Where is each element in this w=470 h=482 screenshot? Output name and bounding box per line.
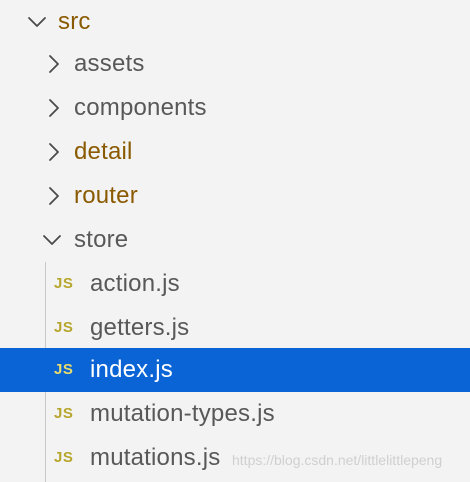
folder-label: store (74, 226, 129, 253)
folder-label: detail (74, 138, 133, 165)
chevron-right-icon (42, 52, 66, 76)
chevron-down-icon (25, 10, 49, 34)
tree-item-router[interactable]: router (0, 174, 470, 218)
tree-item-action-js[interactable]: JS action.js (0, 262, 470, 306)
tree-item-detail[interactable]: detail (0, 130, 470, 174)
file-label: index.js (90, 356, 173, 383)
chevron-right-icon (42, 184, 66, 208)
tree-item-components[interactable]: components (0, 86, 470, 130)
tree-item-assets[interactable]: assets (0, 42, 470, 86)
tree-item-mutation-types-js[interactable]: JS mutation-types.js (0, 392, 470, 436)
js-file-icon: JS (54, 275, 74, 292)
tree-item-getters-js[interactable]: JS getters.js (0, 306, 470, 350)
js-file-icon: JS (54, 319, 74, 336)
chevron-down-icon (40, 228, 64, 252)
chevron-right-icon (42, 140, 66, 164)
js-file-icon: JS (54, 405, 74, 422)
js-file-icon: JS (54, 361, 74, 378)
js-file-icon: JS (54, 449, 74, 466)
folder-label: assets (74, 50, 145, 77)
folder-label: router (74, 182, 138, 209)
folder-label: components (74, 94, 207, 121)
file-explorer-tree: src assets components detail router stor… (0, 0, 470, 482)
tree-item-mutations-js[interactable]: JS mutations.js (0, 436, 470, 480)
file-label: mutation-types.js (90, 400, 275, 427)
tree-item-index-js[interactable]: JS index.js (0, 348, 470, 392)
file-label: getters.js (90, 314, 190, 341)
file-label: mutations.js (90, 444, 221, 471)
tree-item-store[interactable]: store (0, 218, 470, 262)
tree-item-src[interactable]: src (0, 0, 470, 44)
folder-label: src (58, 8, 91, 35)
chevron-right-icon (42, 96, 66, 120)
file-label: action.js (90, 270, 180, 297)
